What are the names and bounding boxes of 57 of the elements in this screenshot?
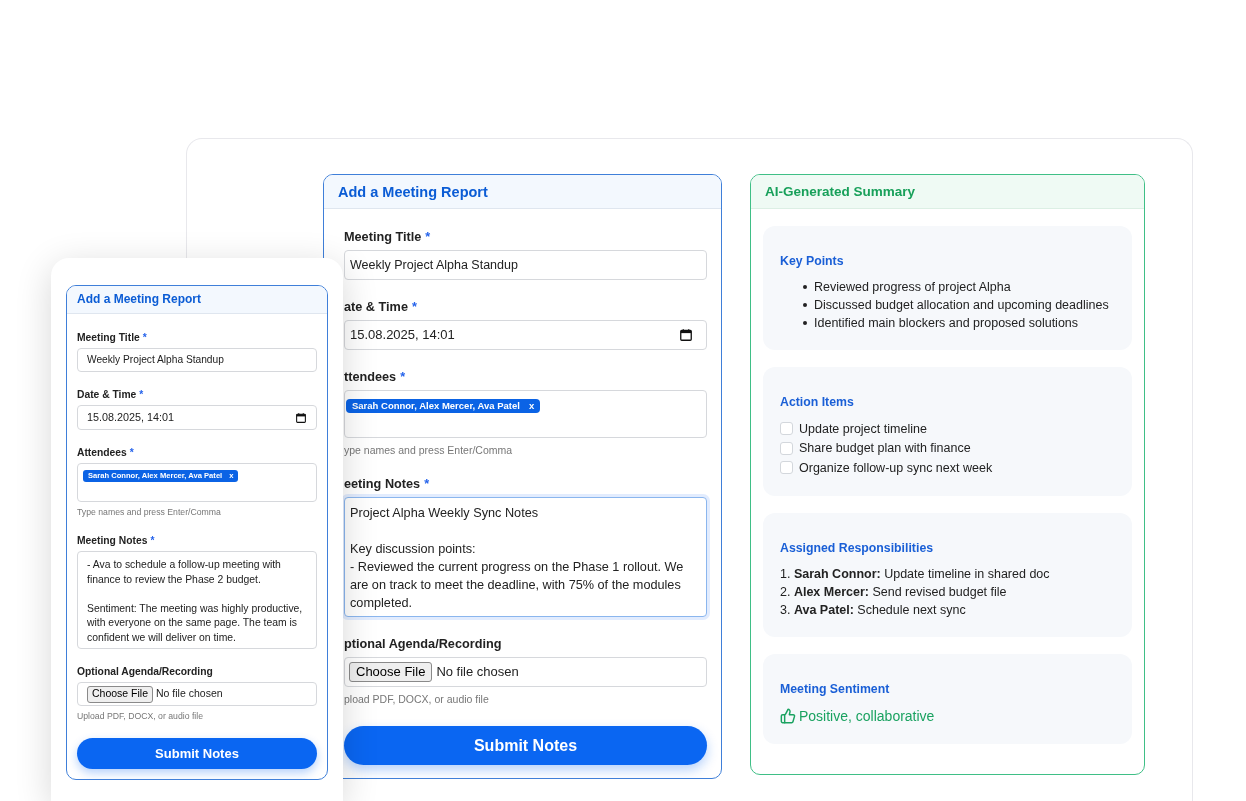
- responsibility-item: 2. Alex Mercer: Send revised budget file: [780, 583, 1008, 601]
- checkbox[interactable]: [780, 461, 793, 475]
- field-label: ptional Agenda/Recording: [344, 636, 503, 652]
- thumbs-up-icon: [780, 707, 796, 724]
- responsibility-item: 3. Ava Patel: Schedule next sync: [780, 601, 967, 619]
- file-status-text: No file chosen: [156, 686, 223, 702]
- key-point-text: Discussed budget allocation and upcoming deadlines: [814, 297, 1109, 314]
- field-label: ate & Time *: [344, 299, 418, 315]
- file-input[interactable]: Choose File No file chosen: [77, 682, 317, 706]
- field-label: ttendees *: [344, 369, 407, 385]
- notes-textarea[interactable]: Project Alpha Weekly Sync Notes Key discussion points: - Reviewed the current progress on the Phase 1 rollout. We are on track to meet the deadline, with 75% of the modules completed.: [344, 497, 707, 617]
- field-label: Meeting Title *: [77, 331, 148, 344]
- file-status-text: No file chosen: [436, 663, 519, 682]
- date-input[interactable]: 15.08.2025, 14:01: [77, 405, 317, 430]
- section-heading: Key Points: [780, 253, 845, 269]
- tag-text: Sarah Connor, Alex Mercer, Ava Patel: [352, 400, 520, 412]
- panel-title: Add a Meeting Report: [77, 292, 201, 307]
- calendar-icon[interactable]: [680, 329, 692, 341]
- text-input[interactable]: Weekly Project Alpha Standup: [344, 250, 707, 280]
- file-input[interactable]: Choose File No file chosen: [344, 657, 707, 687]
- tag-remove-button[interactable]: x: [528, 400, 535, 412]
- panel-title: AI-Generated Summary: [765, 182, 916, 201]
- field-label: Attendees *: [77, 446, 135, 459]
- bullet-icon: [803, 285, 807, 289]
- section-heading: Meeting Sentiment: [780, 680, 891, 697]
- action-item-text: Organize follow-up sync next week: [799, 459, 993, 477]
- key-point-text: Identified main blockers and proposed solutions: [814, 315, 1079, 332]
- action-item-text: Update project timeline: [799, 420, 927, 438]
- responsibility-item: 1. Sarah Connor: Update timeline in shared doc: [780, 565, 1051, 583]
- panel-title: Add a Meeting Report: [338, 182, 488, 201]
- field-label: Meeting Title *: [344, 229, 432, 245]
- submit-button[interactable]: Submit Notes: [77, 738, 317, 769]
- field-label: Date & Time *: [77, 388, 145, 401]
- bullet-icon: [803, 303, 807, 307]
- date-input[interactable]: 15.08.2025, 14:01: [344, 320, 707, 350]
- field-hint: Type names and press Enter/Comma: [77, 507, 222, 518]
- field-hint: pload PDF, DOCX, or audio file: [344, 693, 490, 706]
- calendar-icon[interactable]: [296, 412, 306, 423]
- section-heading: Action Items: [780, 394, 855, 410]
- section-heading: Assigned Responsibilities: [780, 539, 935, 556]
- checkbox[interactable]: [780, 422, 793, 436]
- text-input[interactable]: Weekly Project Alpha Standup: [77, 348, 317, 372]
- choose-file-button[interactable]: Choose File: [87, 685, 154, 703]
- key-point-text: Reviewed progress of project Alpha: [814, 279, 1011, 296]
- field-hint: Upload PDF, DOCX, or audio file: [77, 711, 205, 722]
- bullet-icon: [803, 321, 807, 325]
- field-hint: ype names and press Enter/Comma: [344, 444, 514, 457]
- notes-textarea[interactable]: - Ava to schedule a follow-up meeting with finance to review the Phase 2 budget. Sentiment: The meeting was highly productive, with everyone on the same page. The team is confident we will deliver on time.: [77, 551, 317, 649]
- checkbox[interactable]: [780, 441, 793, 455]
- action-item-text: Share budget plan with finance: [799, 440, 971, 458]
- sentiment-text: Positive, collaborative: [799, 706, 935, 726]
- submit-button[interactable]: Submit Notes: [344, 726, 707, 765]
- field-label: eeting Notes *: [344, 476, 431, 492]
- tag-input[interactable]: Sarah Connor, Alex Mercer, Ava Patel x: [344, 390, 707, 438]
- choose-file-button[interactable]: Choose File: [349, 662, 433, 682]
- field-label: Optional Agenda/Recording: [77, 665, 214, 678]
- field-label: Meeting Notes *: [77, 534, 156, 547]
